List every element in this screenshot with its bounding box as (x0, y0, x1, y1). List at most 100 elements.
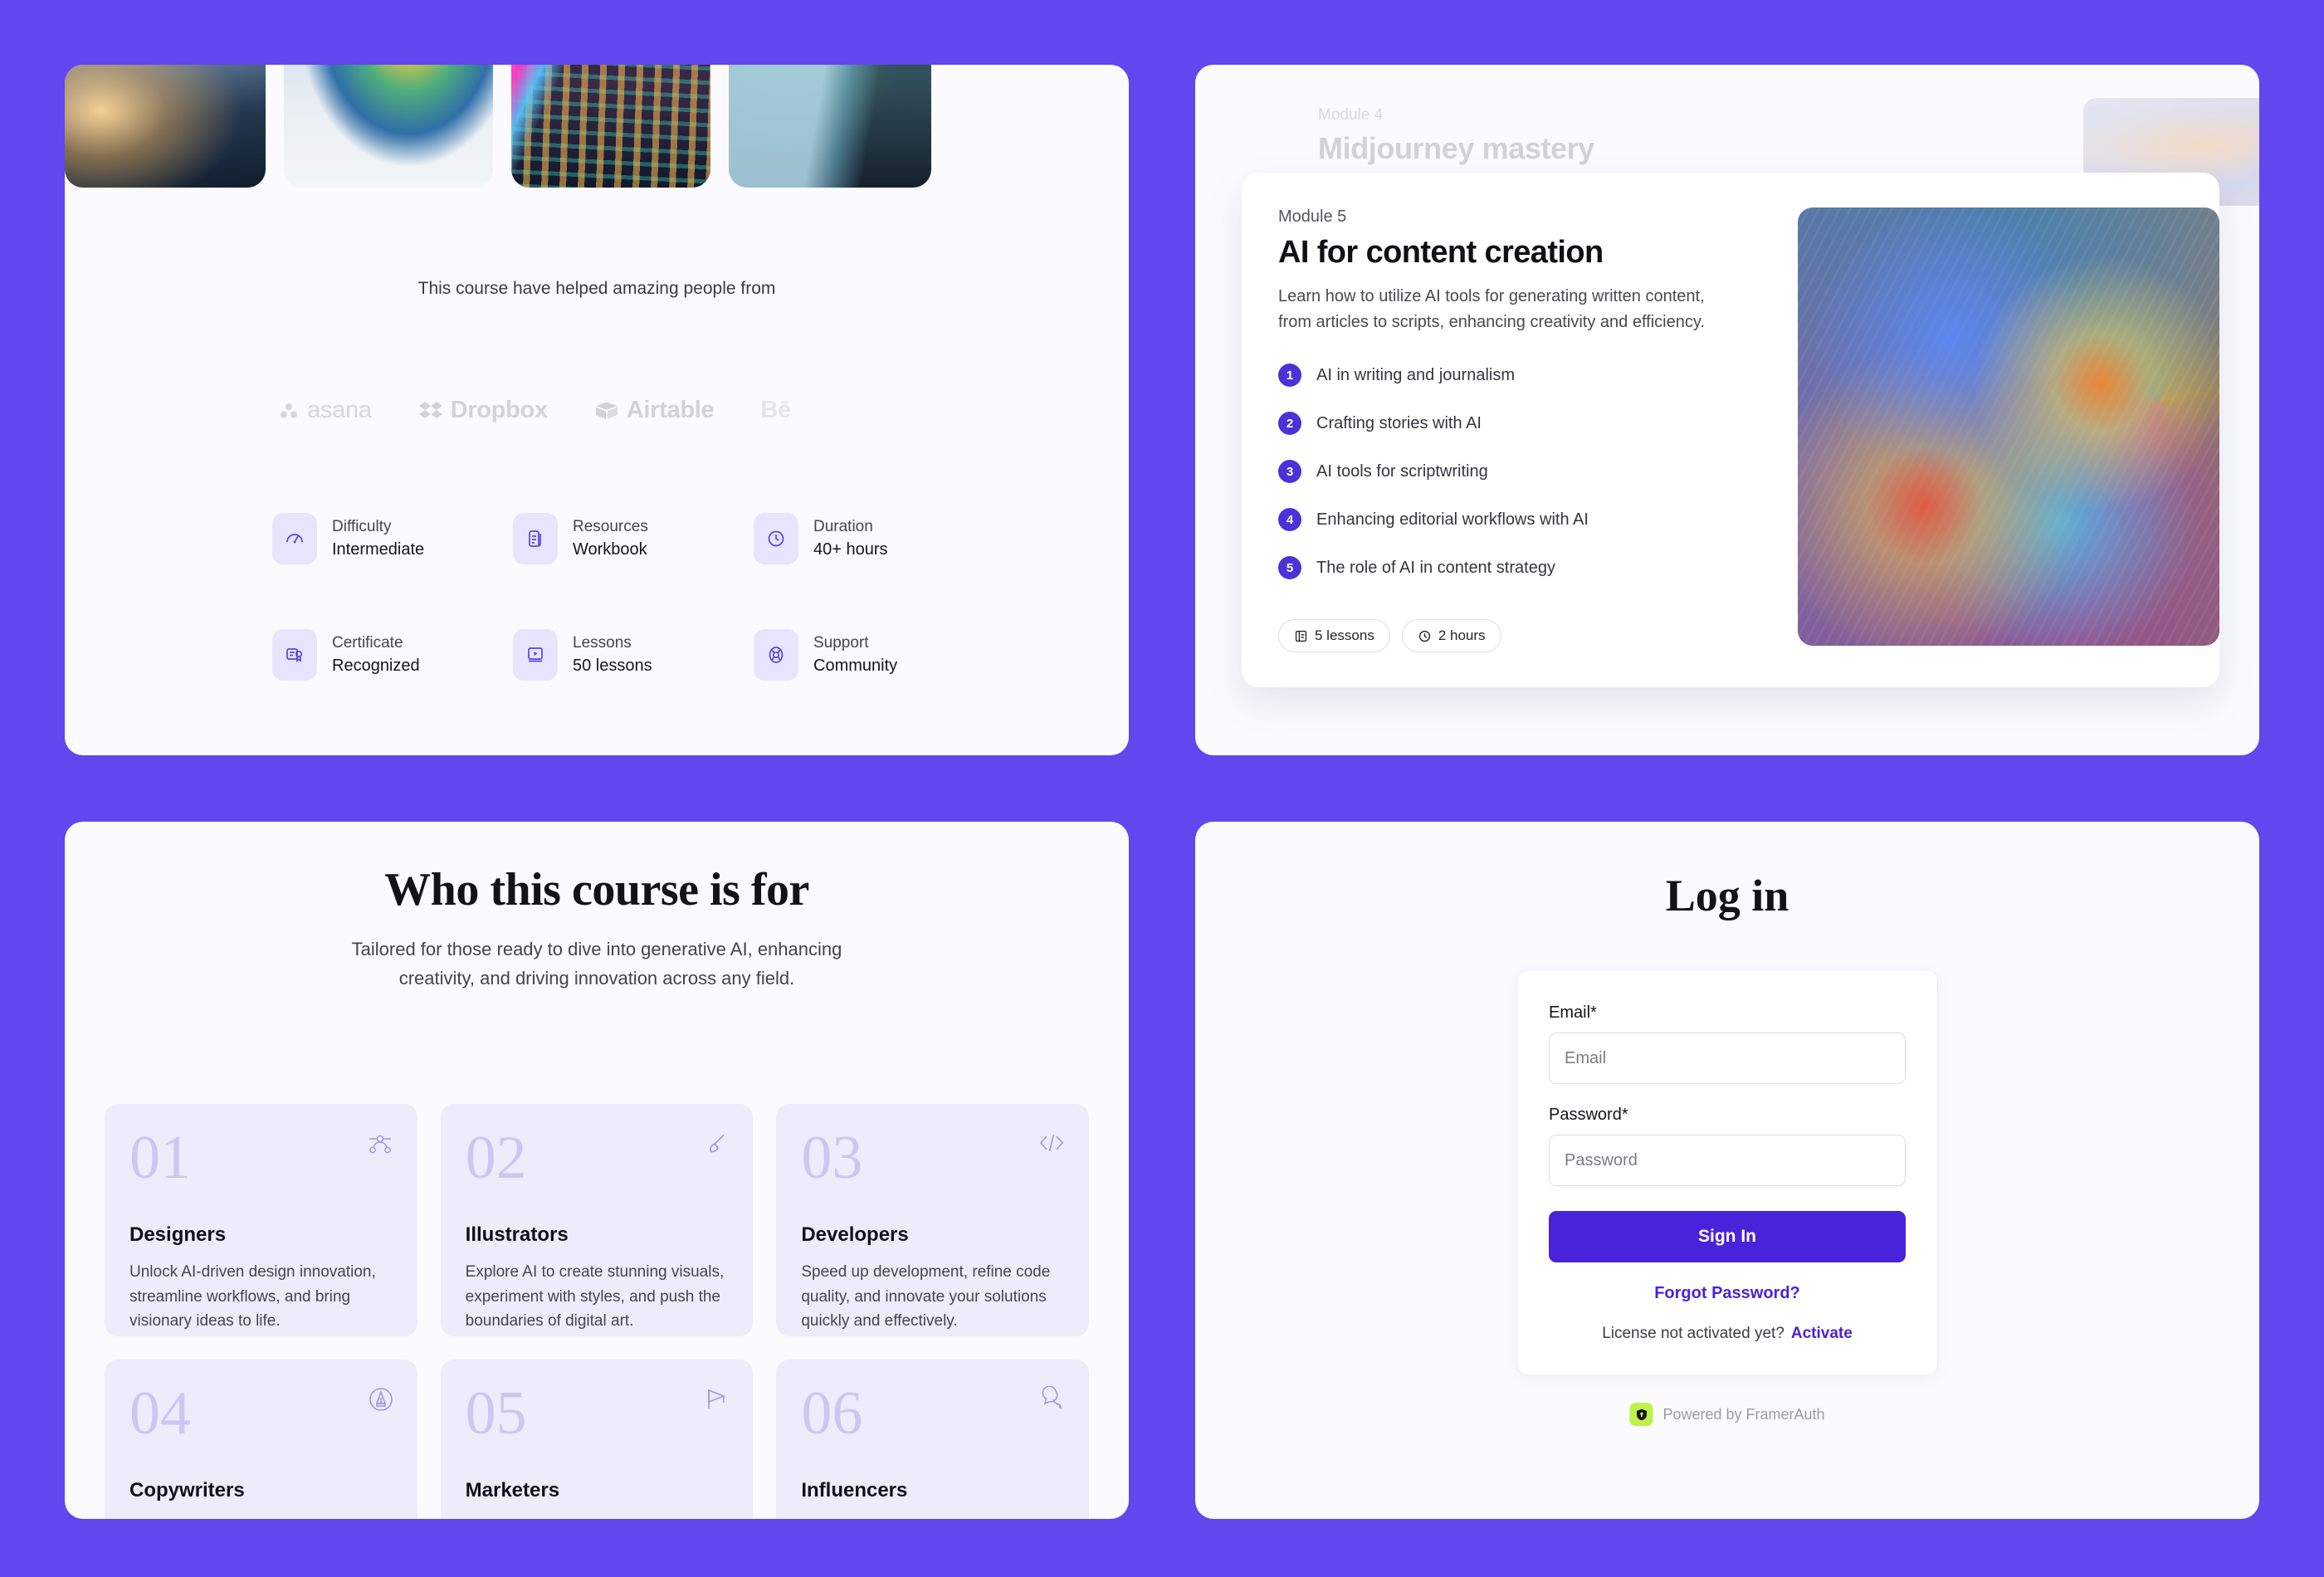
card-name: Copywriters (129, 1479, 245, 1502)
audience-panel: Who this course is for Tailored for thos… (65, 822, 1129, 1519)
stat-key: Resources (573, 517, 648, 535)
password-label: Password* (1549, 1106, 1628, 1124)
stat-value: Workbook (573, 540, 647, 559)
module-title: AI for content creation (1278, 235, 1604, 270)
airtable-icon (595, 402, 618, 419)
stat-key: Duration (813, 517, 873, 535)
certificate-icon (272, 629, 317, 681)
lesson-label: The role of AI in content strategy (1316, 558, 1555, 577)
lesson-number: 5 (1278, 556, 1301, 579)
lesson-item[interactable]: 5 The role of AI in content strategy (1278, 556, 1743, 579)
lesson-item[interactable]: 4 Enhancing editorial workflows with AI (1278, 508, 1743, 531)
forgot-password-link[interactable]: Forgot Password? (1549, 1284, 1906, 1303)
stat-difficulty: Difficulty Intermediate (272, 513, 513, 564)
clock-icon (754, 513, 798, 564)
card-name: Marketers (465, 1479, 560, 1502)
module-artwork (1798, 208, 2219, 646)
stat-value: Community (813, 657, 898, 676)
card-description: Explore AI to create stunning visuals, e… (465, 1263, 725, 1330)
card-description: Personalize campaigns, analyze trends, g… (466, 1516, 729, 1519)
framerauth-shield-icon (1629, 1403, 1653, 1426)
stat-support: Support Community (754, 629, 994, 681)
activate-link[interactable]: Activate (1791, 1325, 1853, 1342)
audience-card-illustrators[interactable]: 02 Illustrators Explore AI to create stu… (440, 1104, 754, 1336)
lesson-number: 3 (1278, 460, 1301, 483)
audience-subtitle: Tailored for those ready to dive into ge… (351, 939, 842, 989)
lesson-label: AI in writing and journalism (1316, 365, 1515, 384)
audience-card-influencers[interactable]: 06 Influencers Craft captivating content… (776, 1360, 1089, 1519)
card-name: Developers (801, 1223, 909, 1247)
stat-duration: Duration 40+ hours (754, 513, 994, 564)
stat-key: Support (813, 633, 869, 652)
card-name: Illustrators (465, 1223, 569, 1247)
card-number: 06 (801, 1379, 863, 1448)
asana-icon (281, 403, 298, 417)
login-title: Log in (1665, 871, 1789, 920)
documents-icon (513, 513, 558, 564)
stat-value: Intermediate (332, 540, 425, 559)
login-form-card: Email* Password* Sign In Forgot Password… (1516, 969, 1938, 1375)
stat-key: Certificate (332, 633, 403, 652)
social-proof-label: This course have helped amazing people f… (417, 279, 776, 298)
sign-in-button[interactable]: Sign In (1549, 1211, 1906, 1262)
lesson-label: AI tools for scriptwriting (1316, 461, 1488, 481)
stat-lessons: Lessons 50 lessons (513, 629, 754, 681)
lesson-label: Crafting stories with AI (1316, 413, 1482, 432)
code-icon (1038, 1130, 1066, 1160)
audience-card-copywriters[interactable]: 04 Copywriters Generate ideas, refine me… (105, 1360, 417, 1519)
lesson-item[interactable]: 2 Crafting stories with AI (1278, 412, 1743, 435)
login-panel: Log in Email* Password* Sign In Forgot P… (1195, 822, 2259, 1519)
logo-behance-label: Bē (760, 397, 791, 423)
card-number: 01 (129, 1124, 191, 1192)
card-number: 03 (801, 1124, 863, 1192)
logo-asana-label: asana (307, 397, 372, 423)
stat-key: Difficulty (332, 517, 392, 535)
stat-certificate: Certificate Recognized (272, 629, 513, 681)
lesson-number: 2 (1278, 412, 1301, 435)
clock-icon (1418, 630, 1430, 642)
badge-lessons-count: 5 lessons (1278, 619, 1390, 652)
audience-title: Who this course is for (384, 864, 809, 915)
module-card-content: Module 5 AI for content creation Learn h… (1278, 208, 1743, 652)
email-field[interactable] (1549, 1033, 1906, 1084)
card-description: Generate ideas, refine messaging, and cr… (129, 1516, 393, 1519)
logo-dropbox-label: Dropbox (450, 397, 548, 423)
hero-image-crystal-waterfall-canyon (729, 65, 931, 188)
pen-circle-icon (368, 1386, 394, 1417)
dropbox-icon (418, 401, 442, 418)
stat-value: Recognized (332, 657, 420, 676)
lesson-item[interactable]: 1 AI in writing and journalism (1278, 364, 1743, 387)
lesson-number: 4 (1278, 508, 1301, 531)
logo-dropbox: Dropbox (418, 397, 548, 424)
password-field[interactable] (1549, 1135, 1906, 1186)
hero-image-strip (65, 65, 1129, 188)
audience-header: Who this course is for Tailored for thos… (65, 822, 1129, 993)
module-description: Learn how to utilize AI tools for genera… (1278, 287, 1705, 331)
module-preview-panel: Module 4 Midjourney mastery Module 5 AI … (1195, 65, 2259, 755)
brand-logos-row: asana Dropbox Airtable Bē (65, 397, 1129, 424)
stat-resources: Resources Workbook (513, 513, 754, 564)
logo-airtable: Airtable (594, 397, 715, 424)
card-name: Designers (129, 1223, 227, 1247)
audience-card-designers[interactable]: 01 Designers Unlock AI-driven design inn… (105, 1104, 417, 1336)
stat-key: Lessons (573, 633, 632, 652)
card-name: Influencers (801, 1479, 908, 1502)
lesson-number: 1 (1278, 364, 1301, 387)
page-root: This course have helped amazing people f… (0, 0, 2324, 1577)
audience-card-developers[interactable]: 03 Developers Speed up development, refi… (776, 1104, 1089, 1336)
stat-value: 40+ hours (813, 540, 888, 559)
module-kicker: Module 5 (1278, 208, 1347, 226)
hero-image-golden-cloudscape (65, 65, 266, 188)
logo-behance: Bē (760, 397, 791, 424)
activate-row: License not activated yet? Activate (1549, 1325, 1906, 1343)
module-active-card[interactable]: Module 5 AI for content creation Learn h… (1242, 173, 2219, 687)
email-label: Email* (1549, 1003, 1597, 1022)
course-overview-panel: This course have helped amazing people f… (65, 65, 1129, 755)
card-description: Craft captivating content, analyze engag… (801, 1516, 1064, 1519)
card-number: 02 (465, 1124, 527, 1192)
module-badges: 5 lessons 2 hours (1278, 619, 1501, 652)
lesson-item[interactable]: 3 AI tools for scriptwriting (1278, 460, 1743, 483)
badge-label: 2 hours (1438, 627, 1486, 643)
audience-card-marketers[interactable]: 05 Marketers Personalize campaigns, anal… (440, 1360, 754, 1519)
paintbrush-icon (703, 1130, 730, 1161)
